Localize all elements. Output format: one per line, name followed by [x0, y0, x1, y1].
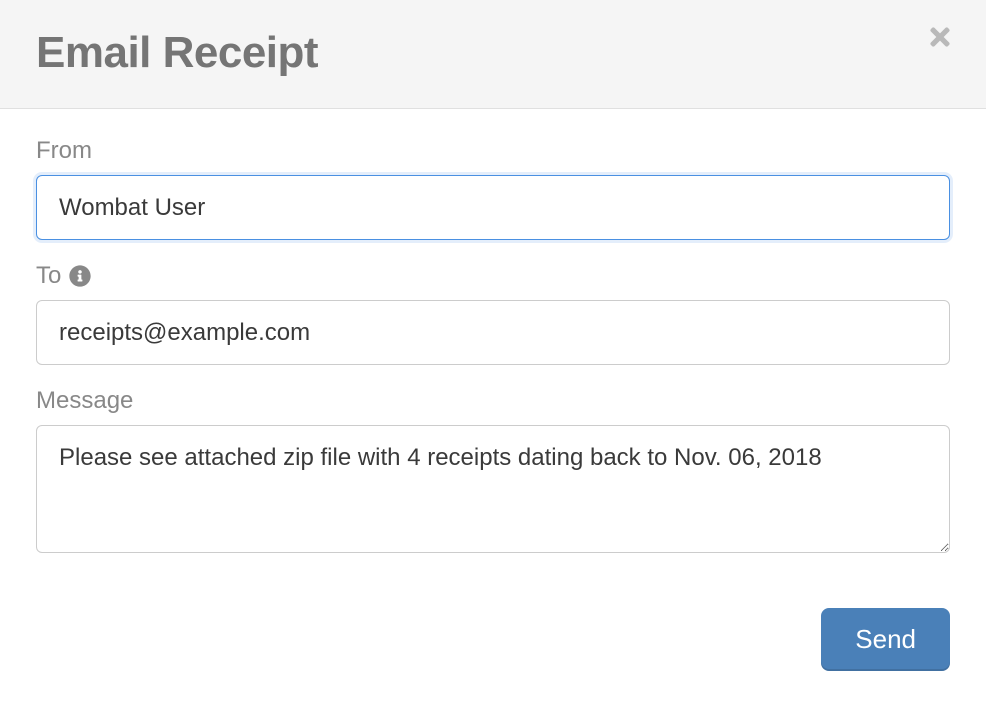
- to-label-row: To: [36, 262, 950, 290]
- from-label: From: [36, 137, 950, 165]
- modal-body: From To Message: [0, 109, 986, 608]
- info-icon[interactable]: [69, 265, 91, 287]
- send-button[interactable]: Send: [821, 608, 950, 671]
- message-field-group: Message: [36, 387, 950, 558]
- modal-footer: Send: [0, 608, 986, 707]
- to-input[interactable]: [36, 300, 950, 365]
- to-field-group: To: [36, 262, 950, 365]
- to-label: To: [36, 262, 61, 290]
- from-input[interactable]: [36, 175, 950, 240]
- modal-title: Email Receipt: [36, 28, 950, 78]
- close-button[interactable]: [922, 20, 958, 56]
- modal-header: Email Receipt: [0, 0, 986, 109]
- email-receipt-modal: Email Receipt From To Message S: [0, 0, 986, 702]
- close-icon: [926, 23, 954, 54]
- message-label: Message: [36, 387, 950, 415]
- message-textarea[interactable]: [36, 425, 950, 553]
- from-field-group: From: [36, 137, 950, 240]
